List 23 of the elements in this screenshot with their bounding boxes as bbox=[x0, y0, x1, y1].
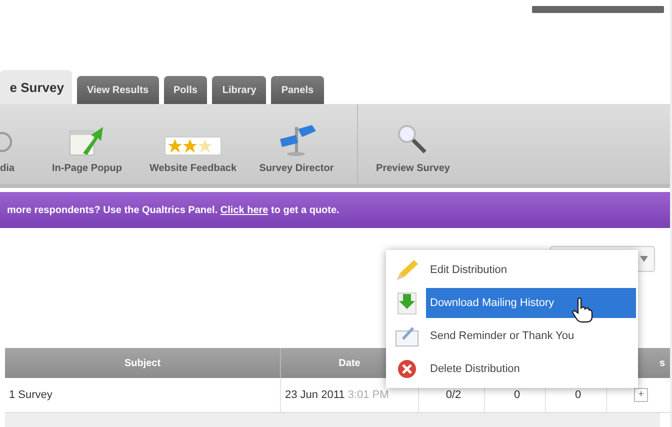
nav-tab[interactable]: Panels bbox=[271, 76, 324, 104]
time-text: 3:01 PM bbox=[348, 389, 389, 401]
nav-tab[interactable]: Library bbox=[212, 76, 266, 104]
toolbar-button[interactable]: Website Feedback bbox=[138, 104, 248, 184]
menu-item[interactable]: Download Mailing History bbox=[426, 288, 636, 318]
stars-icon bbox=[164, 135, 222, 157]
hand-cursor-icon bbox=[571, 297, 593, 323]
column-header: Subject bbox=[5, 348, 280, 378]
date-text: 23 Jun 2011 bbox=[285, 389, 345, 401]
quote-link[interactable]: Click here bbox=[220, 204, 268, 216]
nav-tab[interactable]: View Results bbox=[77, 76, 159, 104]
menu-item[interactable]: Edit Distribution bbox=[426, 254, 636, 284]
nav-tab[interactable]: e Survey bbox=[0, 70, 72, 104]
banner-message: more respondents? Use the Qualtrics Panel. Click here to get a quote. bbox=[7, 204, 340, 216]
toolbar-button[interactable]: Preview Survey bbox=[358, 104, 468, 184]
nav-tab[interactable]: Polls bbox=[164, 76, 208, 104]
toolbar-button[interactable]: dia bbox=[0, 104, 30, 184]
toolbar-button[interactable]: In-Page Popup bbox=[36, 104, 138, 184]
caret-icon bbox=[640, 256, 648, 262]
pencil-icon bbox=[394, 258, 420, 282]
toolbar-button[interactable]: Survey Director bbox=[248, 104, 358, 184]
expand-button[interactable]: + bbox=[634, 388, 648, 402]
menu-item[interactable]: Send Reminder or Thank You bbox=[426, 320, 636, 350]
